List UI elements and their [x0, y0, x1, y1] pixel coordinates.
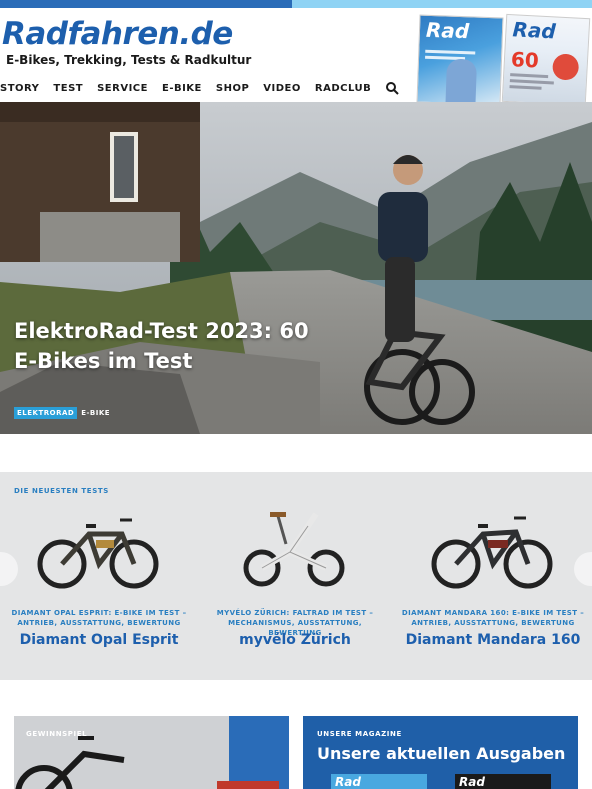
promo-magazines-title[interactable]: Unsere aktuellen Ausgaben	[317, 744, 565, 763]
test-card-title[interactable]: Diamant Mandara 160	[398, 632, 588, 648]
cover-text-line	[425, 49, 476, 55]
promo-magazines[interactable]: UNSERE MAGAZINE Unsere aktuellen Ausgabe…	[303, 716, 578, 789]
magazine-cover-1[interactable]: Rad	[416, 14, 504, 106]
nav-item-test[interactable]: TEST	[53, 83, 83, 94]
site-tagline: E-Bikes, Trekking, Tests & Radkultur	[6, 53, 252, 67]
nav-item-shop[interactable]: SHOP	[216, 83, 249, 94]
hero-title[interactable]: ElektroRad-Test 2023: 60 E-Bikes im Test	[14, 316, 314, 376]
tag-elektrorad[interactable]: ELEKTRORAD	[14, 407, 78, 419]
test-card-subtitle: DIAMANT OPAL ESPRIT: E-BIKE IM TEST – AN…	[11, 609, 187, 627]
tag-e-bike[interactable]: E-BIKE	[81, 409, 110, 417]
hero-tags: ELEKTRORAD E-BIKE	[14, 407, 110, 419]
magazine-cover-title: Rad	[511, 17, 557, 44]
magazine-thumb-2[interactable]: Rad	[455, 774, 551, 789]
test-card[interactable]: MYVÉLO ZÜRICH: FALTRAD IM TEST – MECHANI…	[200, 506, 390, 656]
magazine-cover-number: 60	[510, 47, 540, 73]
magazine-thumb-1[interactable]: Rad	[331, 774, 427, 789]
test-card-subtitle: DIAMANT MANDARA 160: E-BIKE IM TEST – AN…	[401, 609, 585, 627]
test-card[interactable]: DIAMANT MANDARA 160: E-BIKE IM TEST – AN…	[398, 506, 588, 656]
main-nav: STORY TEST SERVICE E-BIKE SHOP VIDEO RAD…	[0, 81, 399, 95]
promo-contest-label: GEWINNSPIEL	[26, 730, 88, 738]
cover-child-image	[445, 58, 478, 106]
promo-accent-bar	[217, 781, 279, 789]
site-header: Radfahren.de E-Bikes, Trekking, Tests & …	[0, 8, 592, 107]
nav-item-radclub[interactable]: RADCLUB	[315, 83, 371, 94]
test-card-title[interactable]: Diamant Opal Esprit	[4, 632, 194, 648]
latest-tests-section: DIE NEUESTEN TESTS DIAMANT OPAL ESPRIT: …	[0, 472, 592, 680]
cover-badge	[551, 53, 580, 81]
promo-magazines-label: UNSERE MAGAZINE	[317, 730, 402, 738]
cover-text-line	[509, 85, 542, 90]
top-color-stripe	[0, 0, 592, 8]
nav-item-video[interactable]: VIDEO	[263, 83, 301, 94]
nav-item-story[interactable]: STORY	[0, 83, 39, 94]
magazine-cover-title: Rad	[425, 17, 470, 44]
top-stripe-accent	[292, 0, 592, 8]
bike-image	[37, 518, 159, 589]
cover-text-line	[509, 79, 554, 85]
latest-tests-label: DIE NEUESTEN TESTS	[14, 487, 109, 495]
cover-text-line	[510, 73, 549, 79]
test-card[interactable]: DIAMANT OPAL ESPRIT: E-BIKE IM TEST – AN…	[4, 506, 194, 656]
bike-image	[431, 516, 553, 589]
magazine-thumb-title: Rad	[335, 775, 361, 789]
promo-background-block	[229, 716, 289, 789]
search-icon[interactable]	[385, 81, 399, 95]
bike-image	[243, 512, 345, 587]
nav-item-service[interactable]: SERVICE	[97, 83, 148, 94]
nav-item-e-bike[interactable]: E-BIKE	[162, 83, 202, 94]
magazine-thumb-title: Rad	[459, 775, 485, 789]
promo-contest[interactable]: GEWINNSPIEL	[14, 716, 289, 789]
hero-article[interactable]: ElektroRad-Test 2023: 60 E-Bikes im Test…	[0, 102, 592, 434]
test-card-title[interactable]: myvélo Zürich	[200, 632, 390, 648]
site-logo[interactable]: Radfahren.de	[2, 16, 233, 52]
magazine-cover-2[interactable]: Rad 60	[501, 13, 591, 107]
hero-image	[0, 102, 592, 434]
